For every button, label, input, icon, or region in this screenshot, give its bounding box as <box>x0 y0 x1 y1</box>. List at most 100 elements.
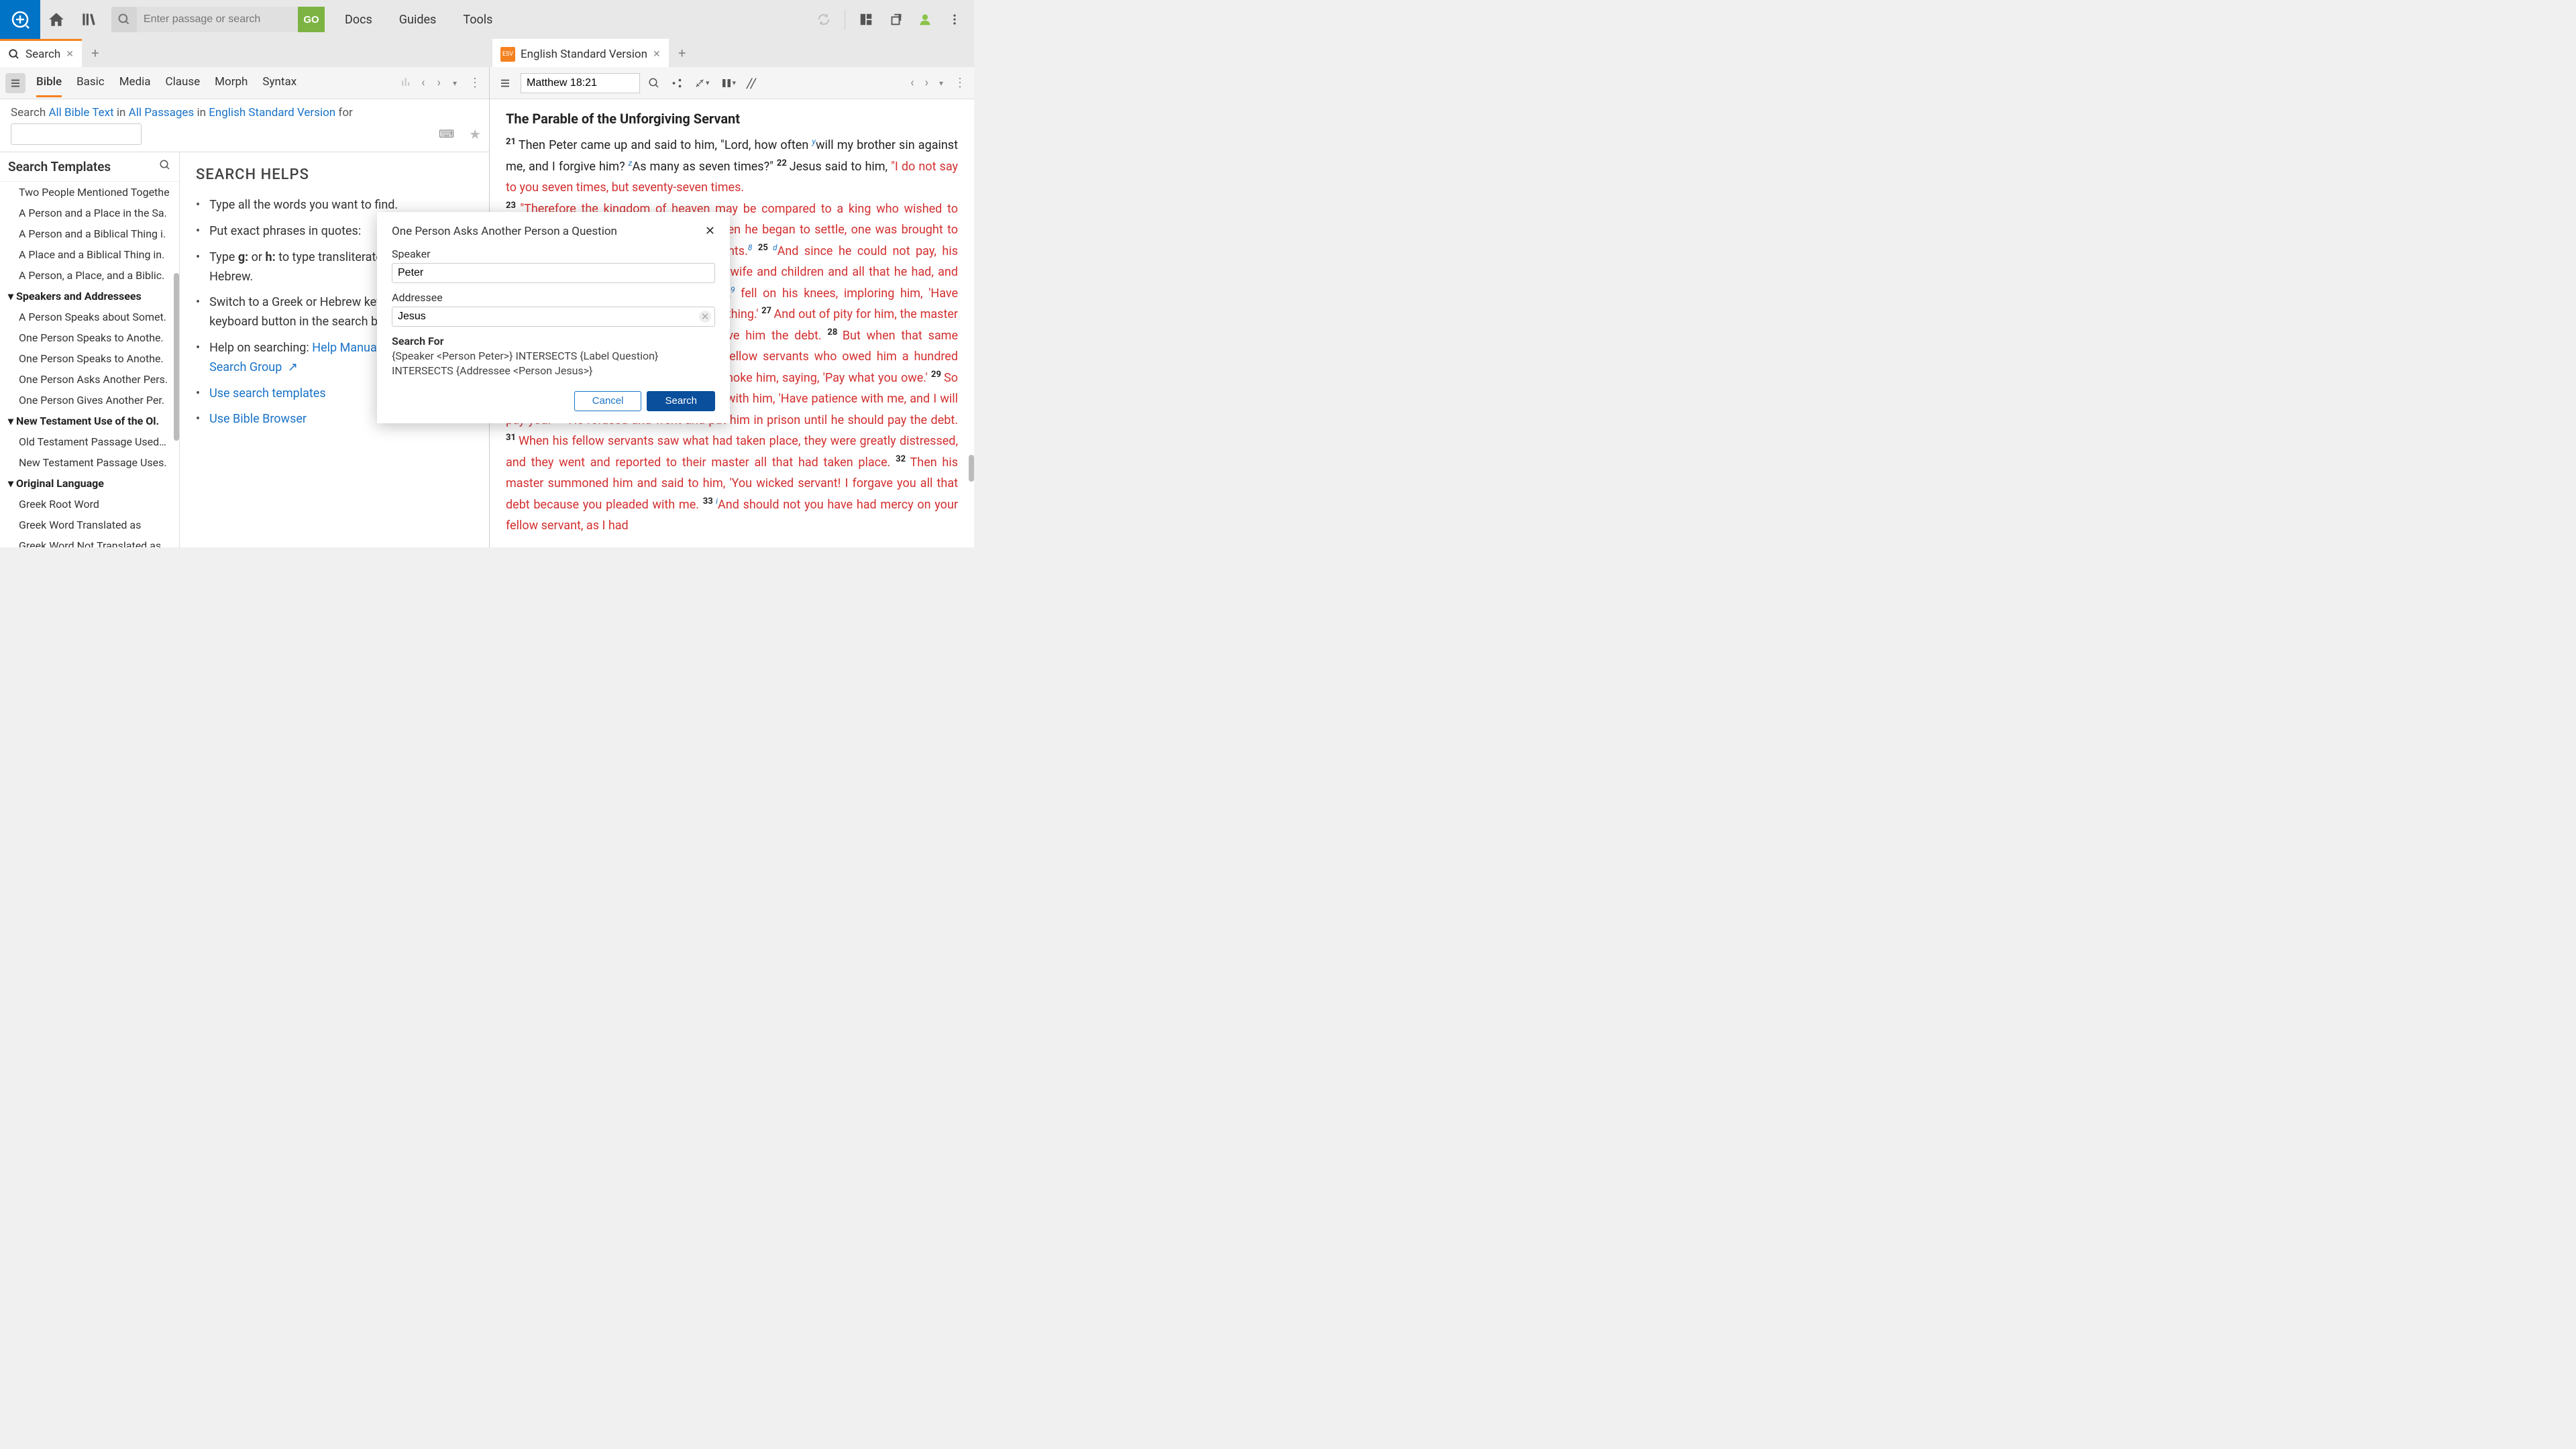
nav-back-icon[interactable]: ‹ <box>908 76 916 90</box>
parallel-icon[interactable]: // <box>744 75 759 91</box>
menu-tools[interactable]: Tools <box>463 13 492 27</box>
clear-icon[interactable]: ✕ <box>699 311 711 323</box>
chevron-down-icon: ▾ <box>8 415 13 427</box>
subtab-media[interactable]: Media <box>119 68 151 97</box>
template-group[interactable]: ▾ Speakers and Addressees <box>0 286 179 307</box>
search-icon[interactable] <box>645 77 663 89</box>
search-icon[interactable] <box>159 159 171 174</box>
plus-circle-icon <box>9 9 31 30</box>
top-bar: GO Docs Guides Tools <box>0 0 974 39</box>
nav-forward-icon[interactable]: › <box>435 76 443 90</box>
global-search-input[interactable] <box>137 7 298 32</box>
scrollbar-thumb[interactable] <box>174 273 179 441</box>
template-item[interactable]: A Person, a Place, and a Biblic. <box>0 265 179 286</box>
reference-input[interactable] <box>521 73 640 93</box>
kebab-menu-icon[interactable]: ⋮ <box>466 76 484 90</box>
tab-label: English Standard Version <box>521 48 647 61</box>
tab-esv[interactable]: ESV English Standard Version ✕ <box>492 39 669 67</box>
template-item[interactable]: One Person Asks Another Pers. <box>0 369 179 390</box>
search-field-row: ⌨ ★ <box>0 123 489 152</box>
chart-icon[interactable] <box>400 76 412 91</box>
tab-search[interactable]: Search ✕ <box>0 39 82 67</box>
template-item[interactable]: A Place and a Biblical Thing in. <box>0 244 179 265</box>
close-icon[interactable]: ✕ <box>66 49 74 60</box>
menu-guides[interactable]: Guides <box>399 13 437 27</box>
template-item[interactable]: A Person Speaks about Somet. <box>0 307 179 327</box>
panel-menu-icon[interactable] <box>5 73 25 93</box>
sync-icon[interactable] <box>811 7 837 32</box>
templates-header: Search Templates <box>0 152 179 182</box>
share-icon[interactable] <box>668 77 686 89</box>
detach-icon[interactable] <box>883 7 908 32</box>
template-item[interactable]: Greek Word Translated as <box>0 515 179 535</box>
tabstrip: Search ✕ + ESV English Standard Version … <box>0 39 974 67</box>
add-tab-button[interactable]: + <box>82 39 109 67</box>
template-item[interactable]: One Person Speaks to Anothe. <box>0 327 179 348</box>
template-item[interactable]: Two People Mentioned Togethe <box>0 182 179 203</box>
template-item[interactable]: Greek Root Word <box>0 494 179 515</box>
add-tab-button[interactable]: + <box>669 39 696 67</box>
kebab-menu-icon[interactable]: ⋮ <box>951 76 969 90</box>
template-item[interactable]: One Person Gives Another Per. <box>0 390 179 411</box>
search-query-input[interactable] <box>11 123 142 145</box>
close-icon[interactable]: ✕ <box>705 224 715 238</box>
bible-toolbar: ▾ ▾ // ‹ › ▾ ⋮ <box>490 67 974 99</box>
favorite-icon[interactable]: ★ <box>469 126 481 142</box>
helps-title: SEARCH HELPS <box>196 163 473 186</box>
search-scope: Search All Bible Text in All Passages in… <box>0 99 489 123</box>
subtab-morph[interactable]: Morph <box>215 68 248 97</box>
search-for-label: Search For <box>392 335 715 347</box>
user-icon[interactable] <box>912 7 938 32</box>
modal-title: One Person Asks Another Person a Questio… <box>392 225 617 238</box>
home-icon[interactable] <box>40 0 72 39</box>
template-item[interactable]: New Testament Passage Uses. <box>0 452 179 473</box>
panel-menu-icon[interactable] <box>495 73 515 93</box>
template-item[interactable]: One Person Speaks to Anothe. <box>0 348 179 369</box>
esv-badge-icon: ESV <box>500 47 515 62</box>
templates-column: Search Templates Two People Mentioned To… <box>0 152 180 547</box>
library-icon[interactable] <box>72 0 105 39</box>
search-for-query: {Speaker <Person Peter>} INTERSECTS {Lab… <box>392 349 715 379</box>
top-right-controls <box>811 7 974 32</box>
link-icon[interactable]: ▾ <box>691 77 712 89</box>
search-type-tabs: Bible Basic Media Clause Morph Syntax <box>36 68 297 97</box>
go-button[interactable]: GO <box>298 7 325 32</box>
columns-icon[interactable]: ▾ <box>718 77 739 89</box>
search-icon[interactable] <box>111 7 137 32</box>
kebab-menu-icon[interactable] <box>942 7 967 32</box>
tab-label: Search <box>25 48 60 61</box>
app-logo[interactable] <box>0 0 40 39</box>
close-icon[interactable]: ✕ <box>653 49 661 60</box>
keyboard-icon[interactable]: ⌨ <box>439 127 454 140</box>
scope-version-link[interactable]: English Standard Version <box>209 106 335 119</box>
speaker-input[interactable] <box>392 263 715 283</box>
scrollbar-thumb[interactable] <box>969 455 974 482</box>
search-icon <box>8 48 20 60</box>
template-item[interactable]: A Person and a Place in the Sa. <box>0 203 179 223</box>
template-item[interactable]: Old Testament Passage Used… <box>0 431 179 452</box>
layout-icon[interactable] <box>853 7 879 32</box>
scope-passages-link[interactable]: All Passages <box>129 106 195 119</box>
speaker-label: Speaker <box>392 248 715 260</box>
chevron-down-icon[interactable]: ▾ <box>450 78 460 88</box>
addressee-label: Addressee <box>392 291 715 304</box>
global-search: GO <box>111 7 325 32</box>
search-button[interactable]: Search <box>647 391 715 411</box>
template-item[interactable]: Greek Word Not Translated as <box>0 535 179 547</box>
nav-forward-icon[interactable]: › <box>922 76 931 90</box>
nav-back-icon[interactable]: ‹ <box>419 76 427 90</box>
template-group[interactable]: ▾ New Testament Use of the Ol. <box>0 411 179 431</box>
scope-text-link[interactable]: All Bible Text <box>48 106 113 119</box>
chevron-down-icon[interactable]: ▾ <box>936 78 946 88</box>
chevron-down-icon: ▾ <box>8 290 13 303</box>
subtab-bible[interactable]: Bible <box>36 68 62 97</box>
subtab-clause[interactable]: Clause <box>166 68 201 97</box>
addressee-input[interactable] <box>392 307 715 327</box>
passage-heading: The Parable of the Unforgiving Servant <box>506 107 958 131</box>
menu-docs[interactable]: Docs <box>345 13 372 27</box>
cancel-button[interactable]: Cancel <box>574 391 642 411</box>
template-item[interactable]: A Person and a Biblical Thing i. <box>0 223 179 244</box>
template-group[interactable]: ▾ Original Language <box>0 473 179 494</box>
subtab-syntax[interactable]: Syntax <box>262 68 297 97</box>
subtab-basic[interactable]: Basic <box>76 68 105 97</box>
